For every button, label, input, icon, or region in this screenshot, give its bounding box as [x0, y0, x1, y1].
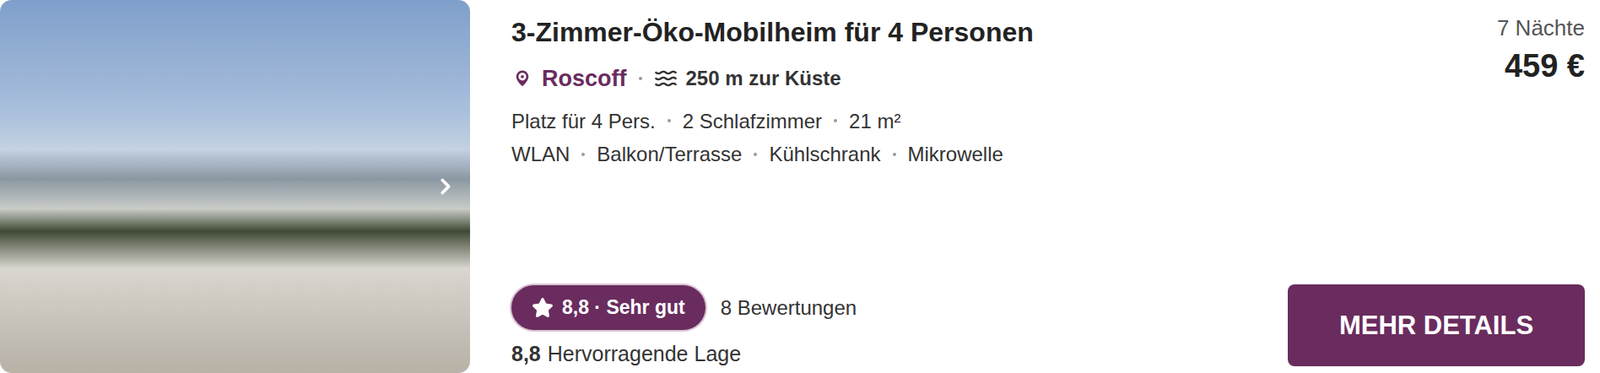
- amenity-item: Mikrowelle: [908, 140, 1004, 169]
- separator-dot: [638, 76, 643, 81]
- rating-badge: 8,8 · Sehr gut: [511, 285, 706, 330]
- star-icon: [531, 297, 554, 319]
- separator-dot: [581, 152, 585, 157]
- map-pin-icon: [511, 67, 534, 90]
- location-row: Roscoff 250 m zur Küste: [511, 65, 1268, 92]
- amenity-item: Kühlschrank: [768, 140, 881, 169]
- location-rating-label: Hervorragende Lage: [547, 341, 741, 367]
- separator-dot: [892, 152, 897, 157]
- coast-distance: 250 m zur Küste: [654, 66, 842, 91]
- detail-item: Platz für 4 Pers.: [511, 107, 656, 136]
- amenity-item: WLAN: [511, 140, 570, 169]
- listing-content: 3-Zimmer-Öko-Mobilheim für 4 Personen Ros…: [470, 0, 1600, 373]
- waves-icon: [654, 66, 678, 91]
- rating-block: 8,8 · Sehr gut 8 Bewertungen 8,8Hervorrage…: [511, 285, 1268, 367]
- location-score: 8,8: [511, 341, 541, 367]
- nights: 7 Nächte: [1497, 15, 1585, 42]
- listing-photo[interactable]: [0, 0, 471, 373]
- separator-dot: [667, 118, 671, 123]
- price: 459 €: [1504, 48, 1585, 85]
- location-rating: 8,8Hervorragende Lage: [511, 341, 1268, 367]
- amenity-item: Balkon/Terrasse: [596, 140, 742, 169]
- detail-item: 21 m²: [848, 107, 901, 136]
- details-row: Platz für 4 Pers. 2 Schlafzimmer 21 m²: [511, 107, 1268, 136]
- separator-dot: [833, 118, 838, 123]
- detail-item: 2 Schlafzimmer: [682, 107, 822, 136]
- location[interactable]: Roscoff: [511, 65, 628, 92]
- details-button[interactable]: MEHR DETAILS: [1287, 284, 1585, 367]
- listing-card: 3-Zimmer-Öko-Mobilheim für 4 Personen Ros…: [0, 0, 1600, 373]
- listing-info: 3-Zimmer-Öko-Mobilheim für 4 Personen Ros…: [511, 15, 1268, 169]
- rating-row: 8,8 · Sehr gut 8 Bewertungen: [511, 285, 1268, 330]
- listing-main: 3-Zimmer-Öko-Mobilheim für 4 Personen Ros…: [511, 15, 1268, 367]
- separator-dot: [753, 152, 757, 157]
- listing-title[interactable]: 3-Zimmer-Öko-Mobilheim für 4 Personen: [511, 15, 1268, 51]
- price-block: 7 Nächte 459 €: [1497, 15, 1585, 85]
- next-photo-icon[interactable]: [432, 173, 459, 200]
- amenities-row: WLAN Balkon/Terrasse Kühlschrank Mikrowelle: [511, 140, 1268, 169]
- review-count[interactable]: 8 Bewertungen: [720, 296, 857, 320]
- price-column: 7 Nächte 459 € MEHR DETAILS: [1287, 15, 1585, 367]
